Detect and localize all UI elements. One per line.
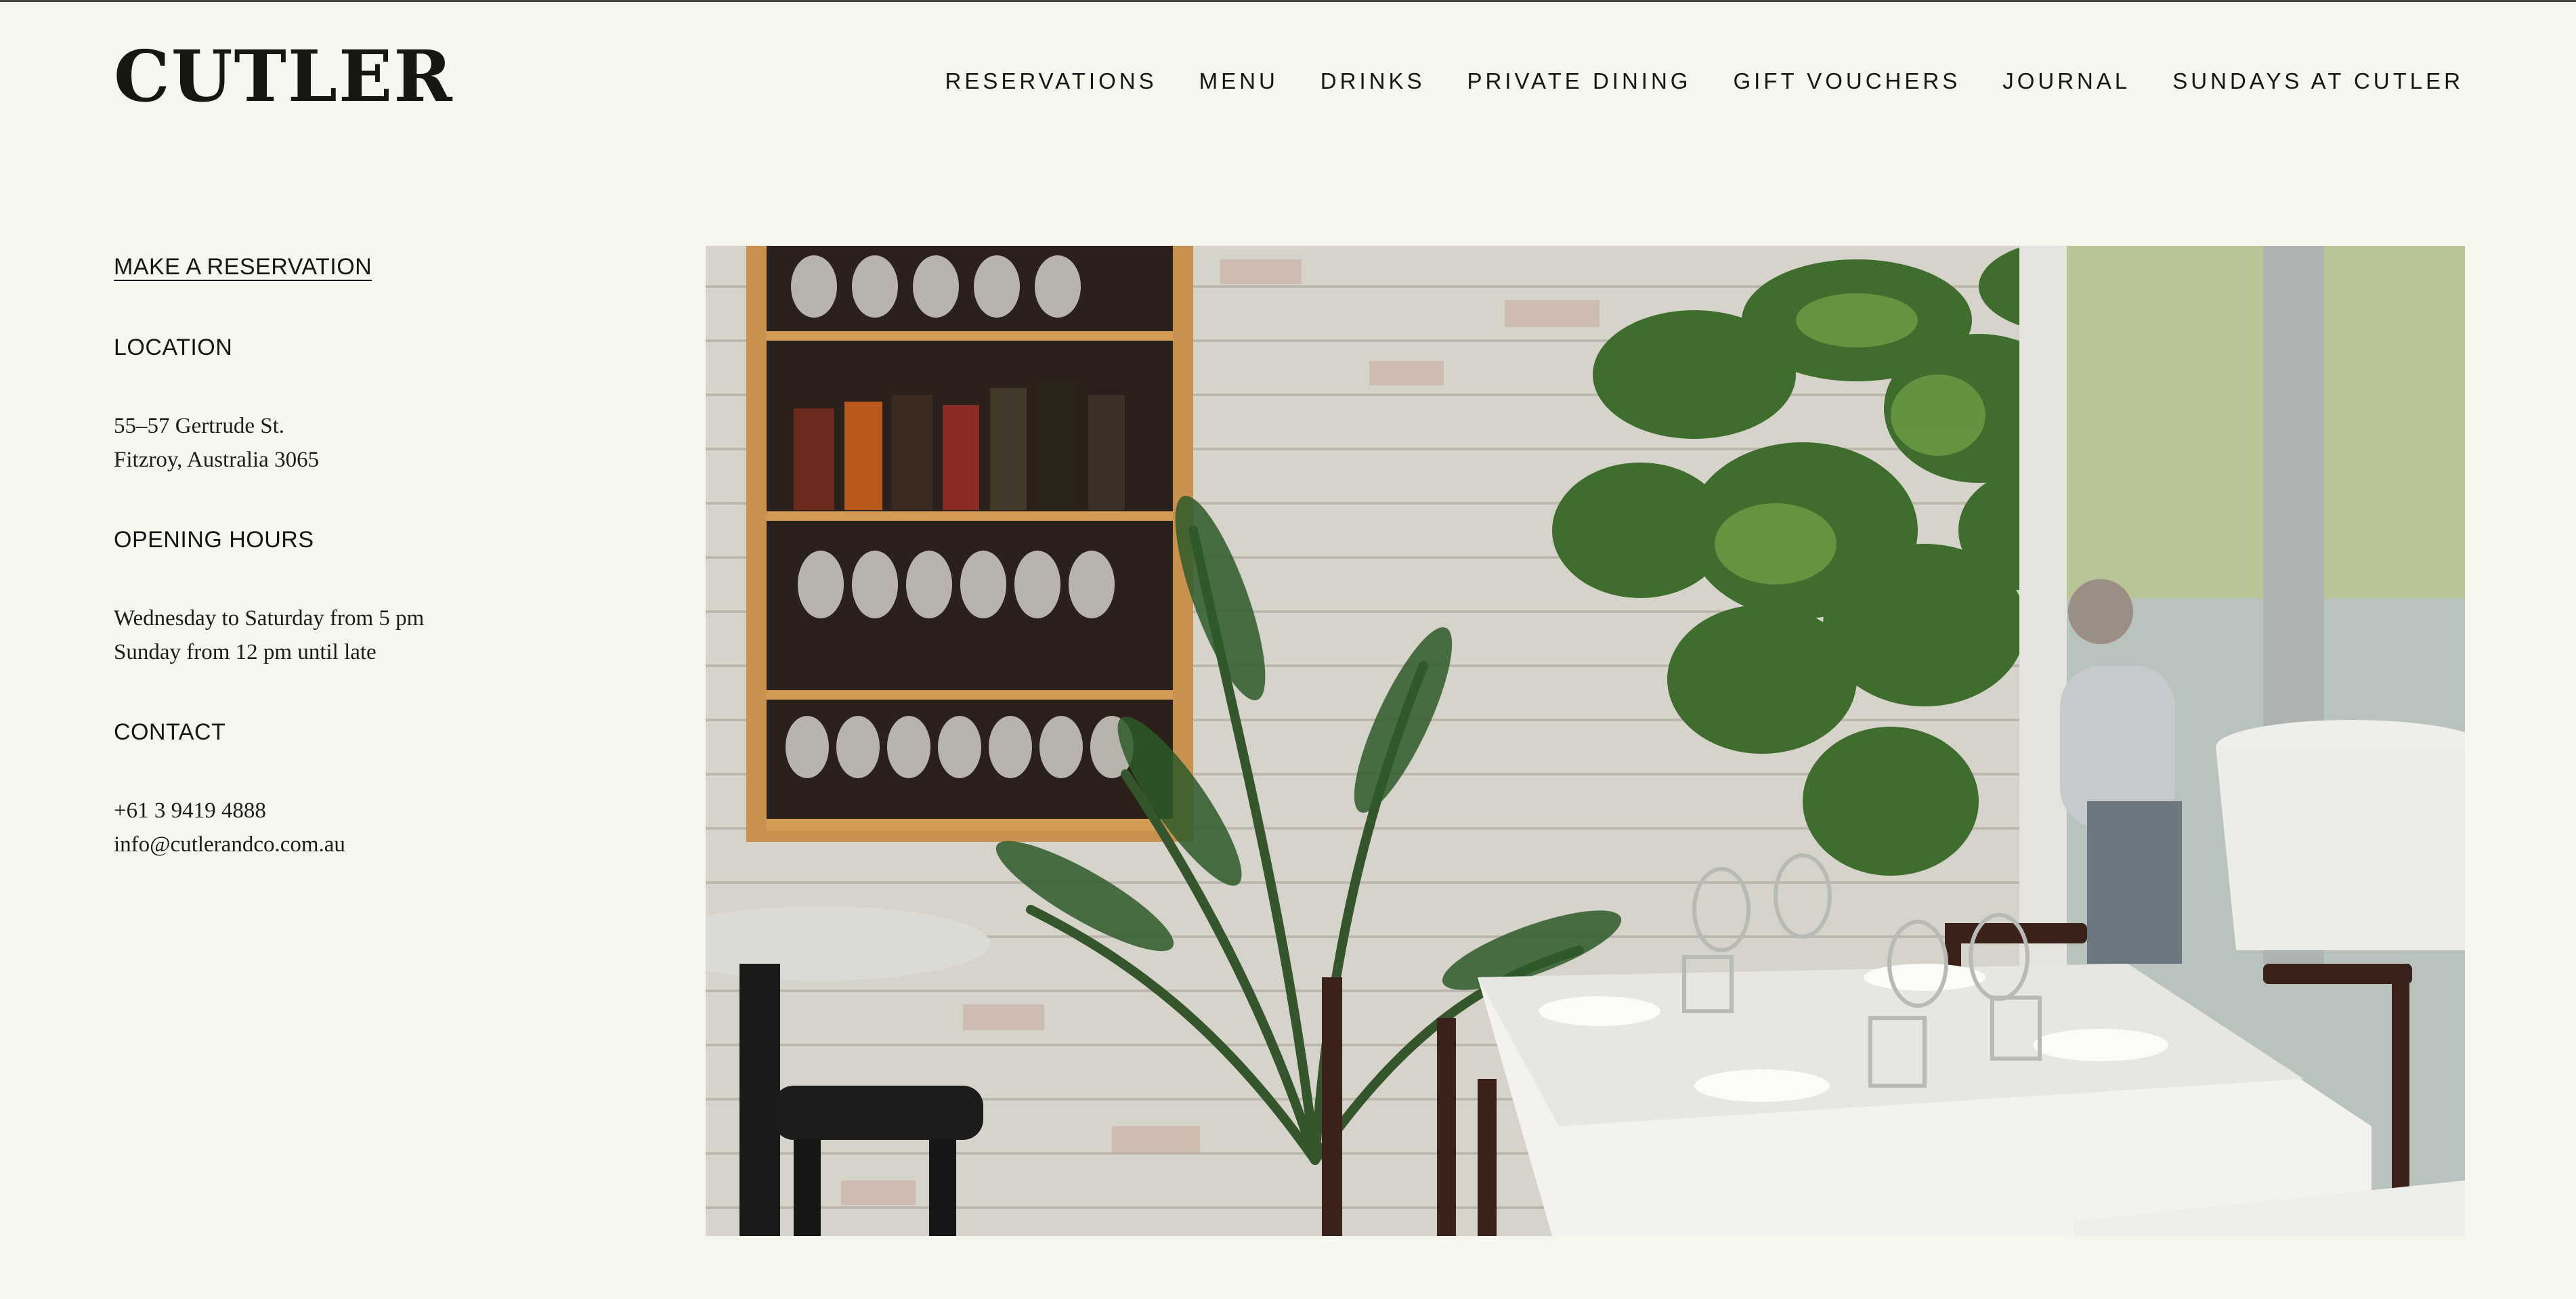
location-heading: LOCATION: [114, 335, 233, 360]
email-link[interactable]: info@cutlerandco.com.au: [114, 828, 588, 861]
contact-details: +61 3 9419 4888 info@cutlerandco.com.au: [114, 794, 588, 861]
opening-hours: Wednesday to Saturday from 5 pm Sunday f…: [114, 601, 588, 669]
nav-item-drinks[interactable]: DRINKS: [1321, 68, 1425, 94]
nav-item-menu[interactable]: MENU: [1199, 68, 1279, 94]
nav-item-gift-vouchers[interactable]: GIFT VOUCHERS: [1733, 68, 1960, 94]
address-city: Fitzroy, Australia 3065: [114, 448, 320, 472]
logo[interactable]: CUTLER: [114, 41, 454, 112]
nav-item-sundays-at-cutler[interactable]: SUNDAYS AT CUTLER: [2172, 68, 2464, 94]
address-street: 55–57 Gertrude St.: [114, 414, 285, 438]
make-reservation-link[interactable]: MAKE A RESERVATION: [114, 250, 372, 284]
contact-heading: CONTACT: [114, 719, 226, 745]
main-navigation: RESERVATIONS MENU DRINKS PRIVATE DINING …: [903, 68, 2464, 94]
nav-item-journal[interactable]: JOURNAL: [2002, 68, 2130, 94]
nav-item-reservations[interactable]: RESERVATIONS: [945, 68, 1157, 94]
info-sidebar: MAKE A RESERVATION LOCATION 55–57 Gertru…: [114, 250, 588, 861]
nav-item-private-dining[interactable]: PRIVATE DINING: [1467, 68, 1691, 94]
phone-link[interactable]: +61 3 9419 4888: [114, 794, 588, 828]
restaurant-interior-photo: [706, 246, 2465, 1236]
address: 55–57 Gertrude St. Fitzroy, Australia 30…: [114, 409, 588, 477]
hours-weekday: Wednesday to Saturday from 5 pm: [114, 606, 425, 631]
hours-sunday: Sunday from 12 pm until late: [114, 640, 377, 664]
opening-hours-heading: OPENING HOURS: [114, 527, 314, 553]
